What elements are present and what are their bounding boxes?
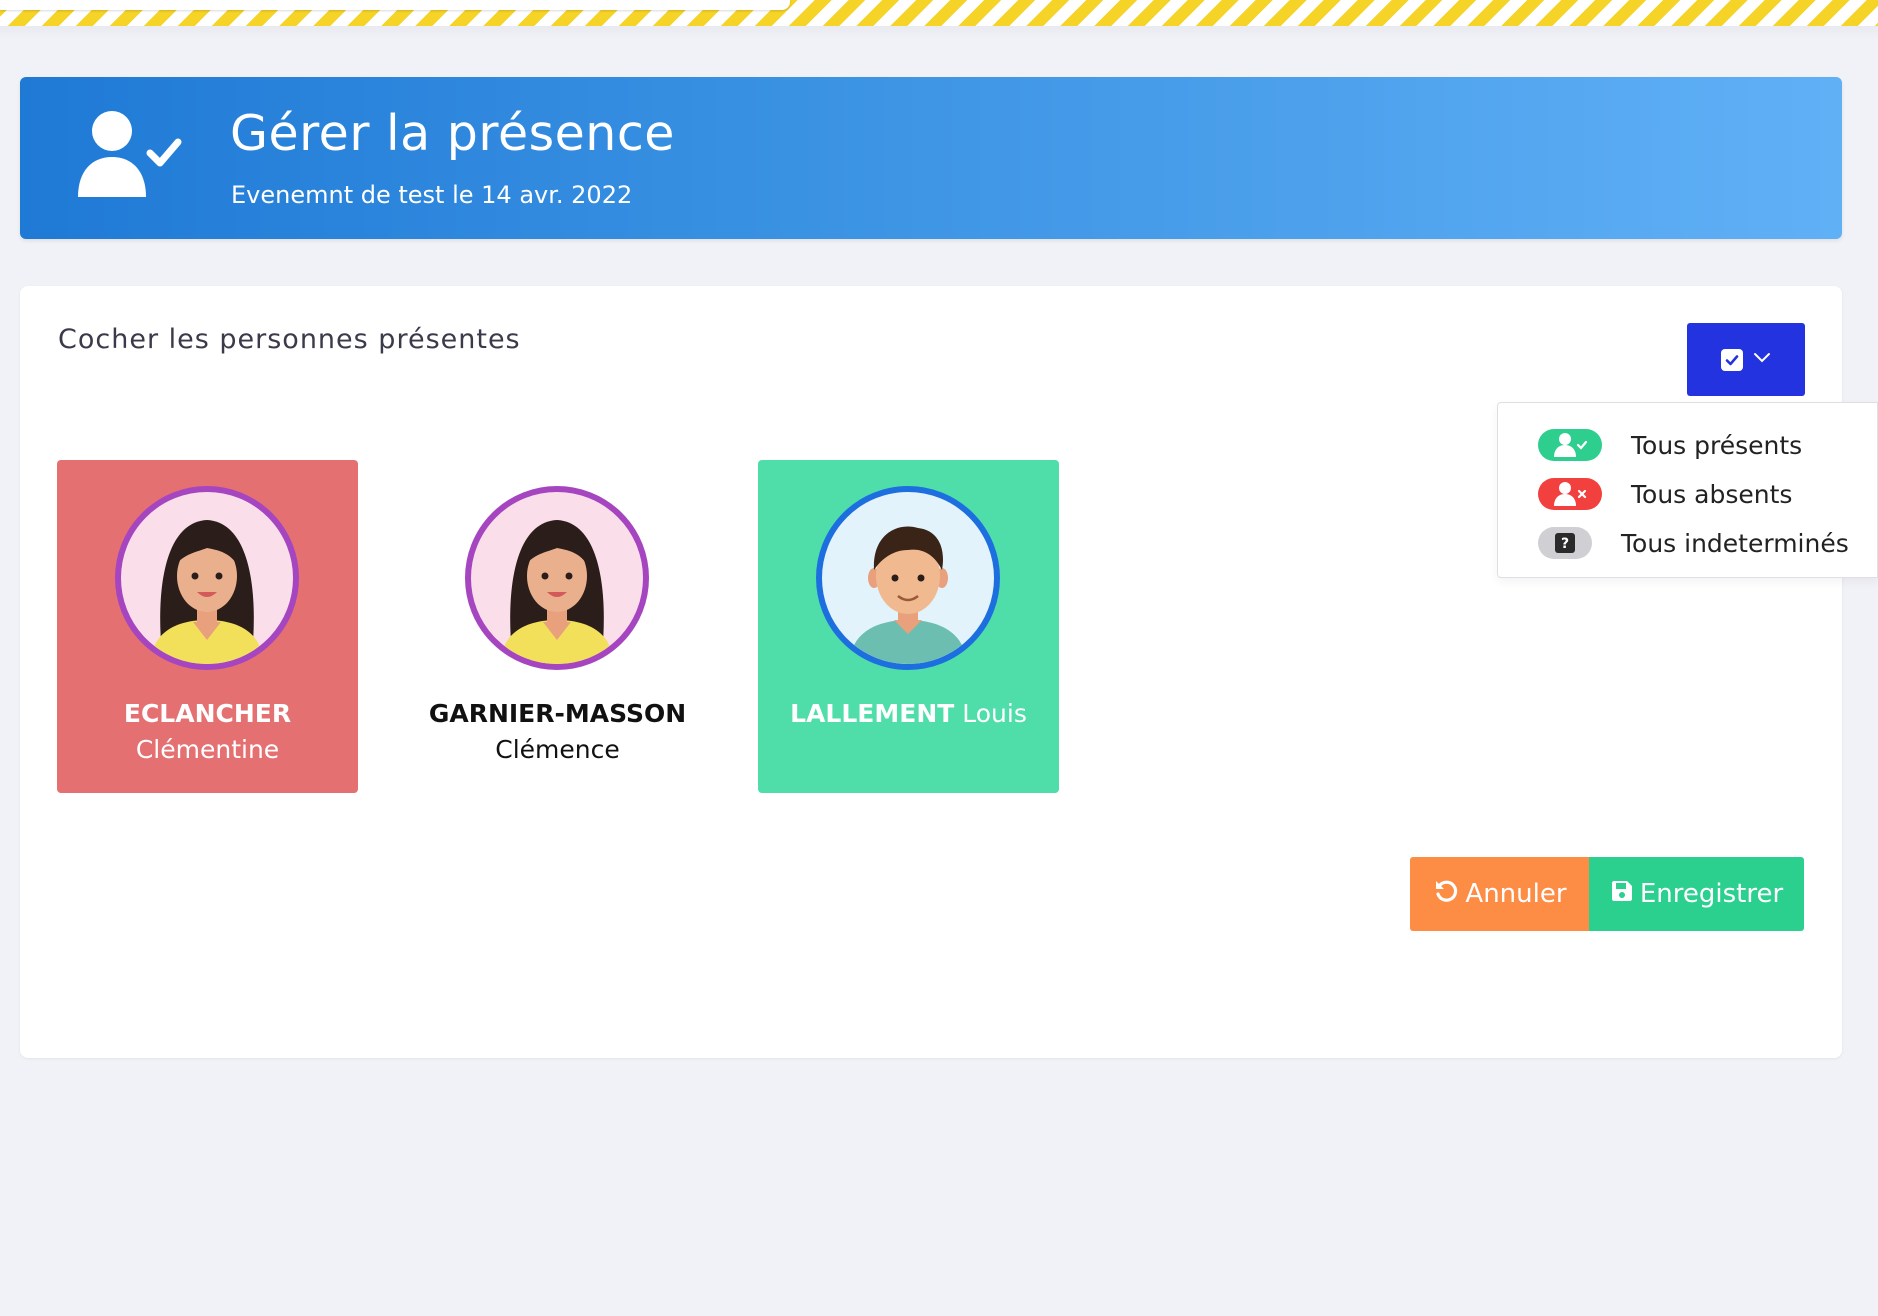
- header-banner: Gérer la présence Evenemnt de test le 14…: [20, 77, 1842, 239]
- user-times-icon: [1538, 478, 1602, 510]
- chevron-down-icon: [1753, 352, 1771, 367]
- person-name: LALLEMENT Louis: [758, 696, 1059, 732]
- menu-item-all-indeterminate[interactable]: ? Tous indeterminés: [1498, 520, 1877, 566]
- person-card-garnier-masson[interactable]: GARNIER-MASSON Clémence: [407, 460, 708, 793]
- menu-label: Tous absents: [1631, 479, 1793, 509]
- user-check-icon: [76, 109, 186, 199]
- menu-label: Tous présents: [1631, 430, 1803, 460]
- person-card-lallement[interactable]: LALLEMENT Louis: [758, 460, 1059, 793]
- person-card-eclancher[interactable]: ECLANCHER Clémentine: [57, 460, 358, 793]
- svg-text:?: ?: [1561, 536, 1569, 552]
- person-lastname: LALLEMENT: [790, 699, 955, 728]
- person-firstname: Louis: [962, 699, 1027, 728]
- page-title: Gérer la présence: [230, 105, 675, 162]
- bulk-status-menu: Tous présents Tous absents ? Tous indete…: [1497, 402, 1878, 578]
- person-firstname: Clémentine: [135, 735, 280, 764]
- avatar: [115, 486, 299, 670]
- cancel-label: Annuler: [1465, 879, 1567, 909]
- save-icon: [1610, 879, 1634, 910]
- save-button[interactable]: Enregistrer: [1589, 857, 1804, 931]
- checkbox-icon: [1721, 348, 1743, 371]
- person-name: ECLANCHER Clémentine: [57, 696, 358, 768]
- person-firstname: Clémence: [495, 735, 620, 764]
- question-icon: ?: [1538, 527, 1592, 559]
- avatar: [465, 486, 649, 670]
- menu-item-all-present[interactable]: Tous présents: [1498, 422, 1877, 468]
- save-label: Enregistrer: [1639, 879, 1784, 909]
- avatar: [816, 486, 1000, 670]
- menu-item-all-absent[interactable]: Tous absents: [1498, 471, 1877, 517]
- person-lastname: GARNIER-MASSON: [428, 699, 687, 728]
- cancel-button[interactable]: Annuler: [1410, 857, 1590, 931]
- card-title: Cocher les personnes présentes: [58, 324, 521, 355]
- user-check-icon: [1538, 429, 1602, 461]
- person-name: GARNIER-MASSON Clémence: [407, 696, 708, 768]
- undo-icon: [1433, 878, 1459, 911]
- top-shadow: [0, 26, 1878, 40]
- bulk-select-button[interactable]: [1687, 323, 1805, 396]
- event-subtitle: Evenemnt de test le 14 avr. 2022: [231, 181, 633, 209]
- top-tab: [0, 0, 790, 10]
- person-lastname: ECLANCHER: [123, 699, 292, 728]
- menu-label: Tous indeterminés: [1621, 528, 1849, 558]
